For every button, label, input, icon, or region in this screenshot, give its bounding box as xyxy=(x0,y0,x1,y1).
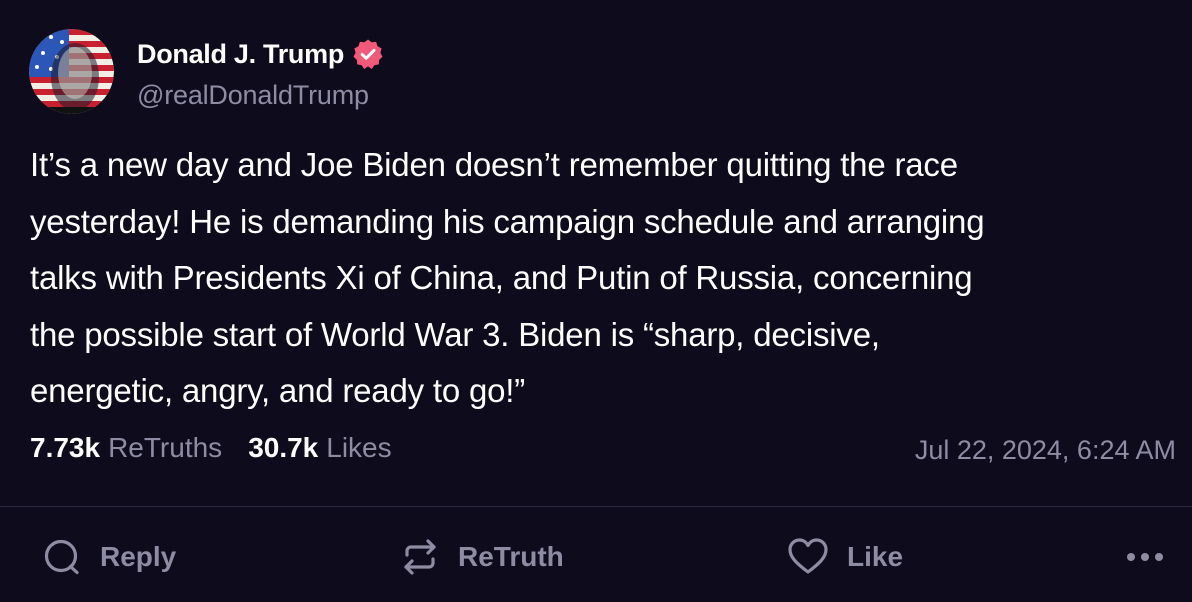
author-display-name[interactable]: Donald J. Trump xyxy=(137,39,344,70)
author-name-row[interactable]: Donald J. Trump xyxy=(137,36,384,72)
post-timestamp[interactable]: Jul 22, 2024, 6:24 AM xyxy=(915,435,1176,466)
verified-badge-icon xyxy=(352,38,384,70)
reply-button[interactable]: Reply xyxy=(42,534,176,580)
like-button[interactable]: Like xyxy=(787,534,903,580)
divider xyxy=(0,506,1192,507)
post-text: It’s a new day and Joe Biden doesn’t rem… xyxy=(30,146,985,409)
retruths-count: 7.73k xyxy=(30,432,101,463)
likes-stat[interactable]: 30.7k Likes xyxy=(248,432,391,464)
retruths-label: ReTruths xyxy=(108,432,223,463)
retruth-icon xyxy=(404,539,436,575)
avatar-image xyxy=(29,29,114,114)
post-stats: 7.73k ReTruths 30.7k Likes xyxy=(30,432,418,472)
more-dots-icon xyxy=(1127,553,1163,561)
reply-icon xyxy=(44,539,79,575)
truth-post: Donald J. Trump @realDonaldTrump It’s a … xyxy=(0,0,1192,602)
author-handle[interactable]: @realDonaldTrump xyxy=(137,80,369,111)
more-options-button[interactable] xyxy=(1124,544,1166,570)
heart-icon xyxy=(788,538,828,574)
author-avatar[interactable] xyxy=(29,29,114,114)
retruth-label: ReTruth xyxy=(458,541,564,572)
like-label: Like xyxy=(847,541,904,572)
likes-label: Likes xyxy=(326,432,392,463)
likes-count: 30.7k xyxy=(248,432,319,463)
reply-label: Reply xyxy=(100,541,177,572)
retruth-button[interactable]: ReTruth xyxy=(400,534,564,580)
retruths-stat[interactable]: 7.73k ReTruths xyxy=(30,432,222,464)
